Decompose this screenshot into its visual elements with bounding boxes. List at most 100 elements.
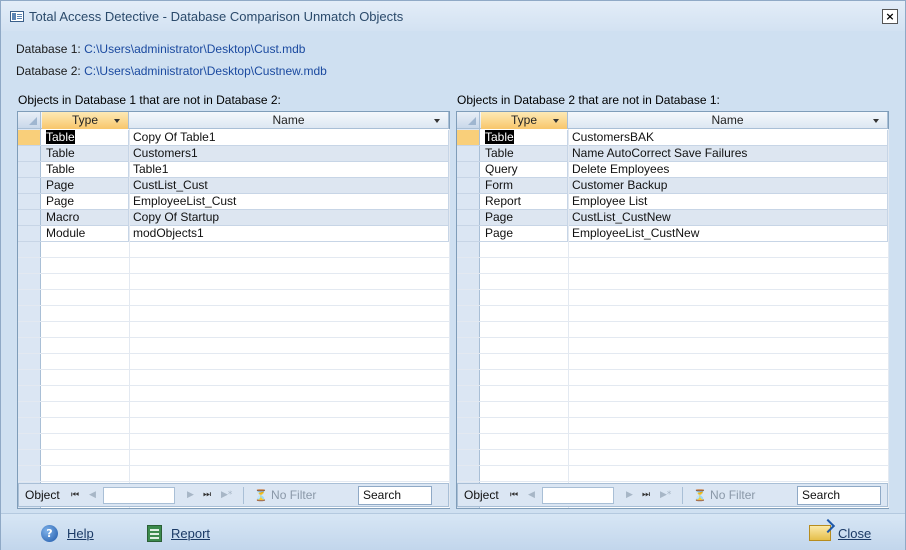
table-row[interactable]: Table Customers1	[18, 146, 449, 162]
table-row[interactable]: Page CustList_CustNew	[457, 210, 888, 226]
no-filter-label: No Filter	[271, 488, 317, 502]
name-cell[interactable]: EmployeeList_Cust	[129, 194, 449, 209]
table-row[interactable]: Table Copy Of Table1	[18, 130, 449, 146]
last-record-icon[interactable]: ⏭	[203, 490, 211, 500]
type-cell[interactable]: Table	[42, 162, 129, 177]
table-row[interactable]: Page EmployeeList_CustNew	[457, 226, 888, 242]
current-record-field[interactable]	[103, 487, 175, 504]
empty-row	[457, 322, 888, 338]
type-cell[interactable]: Page	[481, 226, 568, 241]
dropdown-arrow-icon[interactable]	[114, 119, 120, 123]
record-selector[interactable]	[18, 130, 41, 145]
column-header-name[interactable]: Name	[129, 112, 449, 129]
dropdown-arrow-icon[interactable]	[553, 119, 559, 123]
type-cell[interactable]: Query	[481, 162, 568, 177]
record-selector[interactable]	[18, 226, 41, 241]
table-row[interactable]: Query Delete Employees	[457, 162, 888, 178]
close-icon[interactable]: ×	[882, 9, 898, 24]
right-objects-grid[interactable]: Type Name Table CustomersBAK Table Name Aut…	[456, 111, 889, 509]
next-record-icon[interactable]: ▶	[187, 490, 194, 500]
table-row[interactable]: Macro Copy Of Startup	[18, 210, 449, 226]
name-cell[interactable]: CustomersBAK	[568, 130, 888, 145]
name-cell[interactable]: Table1	[129, 162, 449, 177]
type-value: Table	[485, 146, 514, 160]
previous-record-icon[interactable]: ◀	[528, 490, 535, 500]
dropdown-arrow-icon[interactable]	[873, 119, 879, 123]
name-cell[interactable]: Name AutoCorrect Save Failures	[568, 146, 888, 161]
dropdown-arrow-icon[interactable]	[434, 119, 440, 123]
left-objects-grid[interactable]: Type Name Table Copy Of Table1 Table Custom…	[17, 111, 450, 509]
record-selector[interactable]	[457, 146, 480, 161]
table-row[interactable]: Table Name AutoCorrect Save Failures	[457, 146, 888, 162]
record-selector[interactable]	[18, 178, 41, 193]
type-cell[interactable]: Form	[481, 178, 568, 193]
type-cell[interactable]: Report	[481, 194, 568, 209]
select-all-corner[interactable]	[18, 112, 41, 129]
record-selector[interactable]	[18, 194, 41, 209]
search-input[interactable]: Search	[358, 486, 432, 505]
next-record-icon[interactable]: ▶	[626, 490, 633, 500]
name-cell[interactable]: CustList_CustNew	[568, 210, 888, 225]
table-row[interactable]: Module modObjects1	[18, 226, 449, 242]
empty-row	[18, 338, 449, 354]
type-cell[interactable]: Macro	[42, 210, 129, 225]
record-selector[interactable]	[457, 226, 480, 241]
record-selector[interactable]	[457, 210, 480, 225]
type-cell[interactable]: Table	[42, 130, 129, 145]
report-button[interactable]: Report	[147, 523, 210, 543]
right-record-navigator: Object ⏮ ◀ ▶ ⏭ ▶* ⏳ No Filter Search	[457, 483, 888, 507]
database-2-path: C:\Users\administrator\Desktop\Custnew.m…	[84, 64, 327, 78]
name-cell[interactable]: modObjects1	[129, 226, 449, 241]
type-cell[interactable]: Page	[42, 178, 129, 193]
table-row[interactable]: Page EmployeeList_Cust	[18, 194, 449, 210]
table-row[interactable]: Report Employee List	[457, 194, 888, 210]
database-2-info: Database 2: C:\Users\administrator\Deskt…	[16, 64, 327, 78]
name-cell[interactable]: CustList_Cust	[129, 178, 449, 193]
record-selector[interactable]	[18, 162, 41, 177]
help-button[interactable]: ? Help	[41, 523, 94, 543]
record-selector[interactable]	[457, 178, 480, 193]
first-record-icon[interactable]: ⏮	[71, 490, 79, 500]
table-row[interactable]: Table Table1	[18, 162, 449, 178]
type-cell[interactable]: Table	[481, 146, 568, 161]
column-header-type[interactable]: Type	[481, 112, 568, 129]
name-cell[interactable]: Employee List	[568, 194, 888, 209]
first-record-icon[interactable]: ⏮	[510, 490, 518, 500]
name-cell[interactable]: Copy Of Table1	[129, 130, 449, 145]
record-selector[interactable]	[457, 130, 480, 145]
column-header-type[interactable]: Type	[42, 112, 129, 129]
name-cell[interactable]: Delete Employees	[568, 162, 888, 177]
previous-record-icon[interactable]: ◀	[89, 490, 96, 500]
current-record-field[interactable]	[542, 487, 614, 504]
column-header-name[interactable]: Name	[568, 112, 888, 129]
type-cell[interactable]: Table	[42, 146, 129, 161]
help-label: Help	[67, 525, 94, 541]
no-filter-indicator[interactable]: ⏳ No Filter	[254, 488, 316, 502]
search-input[interactable]: Search	[797, 486, 881, 505]
empty-row	[457, 434, 888, 450]
new-record-icon[interactable]: ▶*	[221, 490, 232, 500]
new-record-icon[interactable]: ▶*	[660, 490, 671, 500]
no-filter-indicator[interactable]: ⏳ No Filter	[693, 488, 755, 502]
form-icon	[10, 11, 24, 22]
type-cell[interactable]: Page	[481, 210, 568, 225]
table-row[interactable]: Page CustList_Cust	[18, 178, 449, 194]
record-selector[interactable]	[18, 210, 41, 225]
name-cell[interactable]: Customers1	[129, 146, 449, 161]
table-row[interactable]: Form Customer Backup	[457, 178, 888, 194]
type-value: Page	[485, 226, 514, 240]
name-cell[interactable]: Copy Of Startup	[129, 210, 449, 225]
record-selector[interactable]	[457, 194, 480, 209]
select-all-corner[interactable]	[457, 112, 480, 129]
type-cell[interactable]: Module	[42, 226, 129, 241]
record-selector[interactable]	[457, 162, 480, 177]
name-cell[interactable]: EmployeeList_CustNew	[568, 226, 888, 241]
name-cell[interactable]: Customer Backup	[568, 178, 888, 193]
type-cell[interactable]: Table	[481, 130, 568, 145]
close-button[interactable]: Close	[809, 523, 871, 543]
divider	[243, 487, 244, 504]
table-row[interactable]: Table CustomersBAK	[457, 130, 888, 146]
type-cell[interactable]: Page	[42, 194, 129, 209]
last-record-icon[interactable]: ⏭	[642, 490, 650, 500]
record-selector[interactable]	[18, 146, 41, 161]
